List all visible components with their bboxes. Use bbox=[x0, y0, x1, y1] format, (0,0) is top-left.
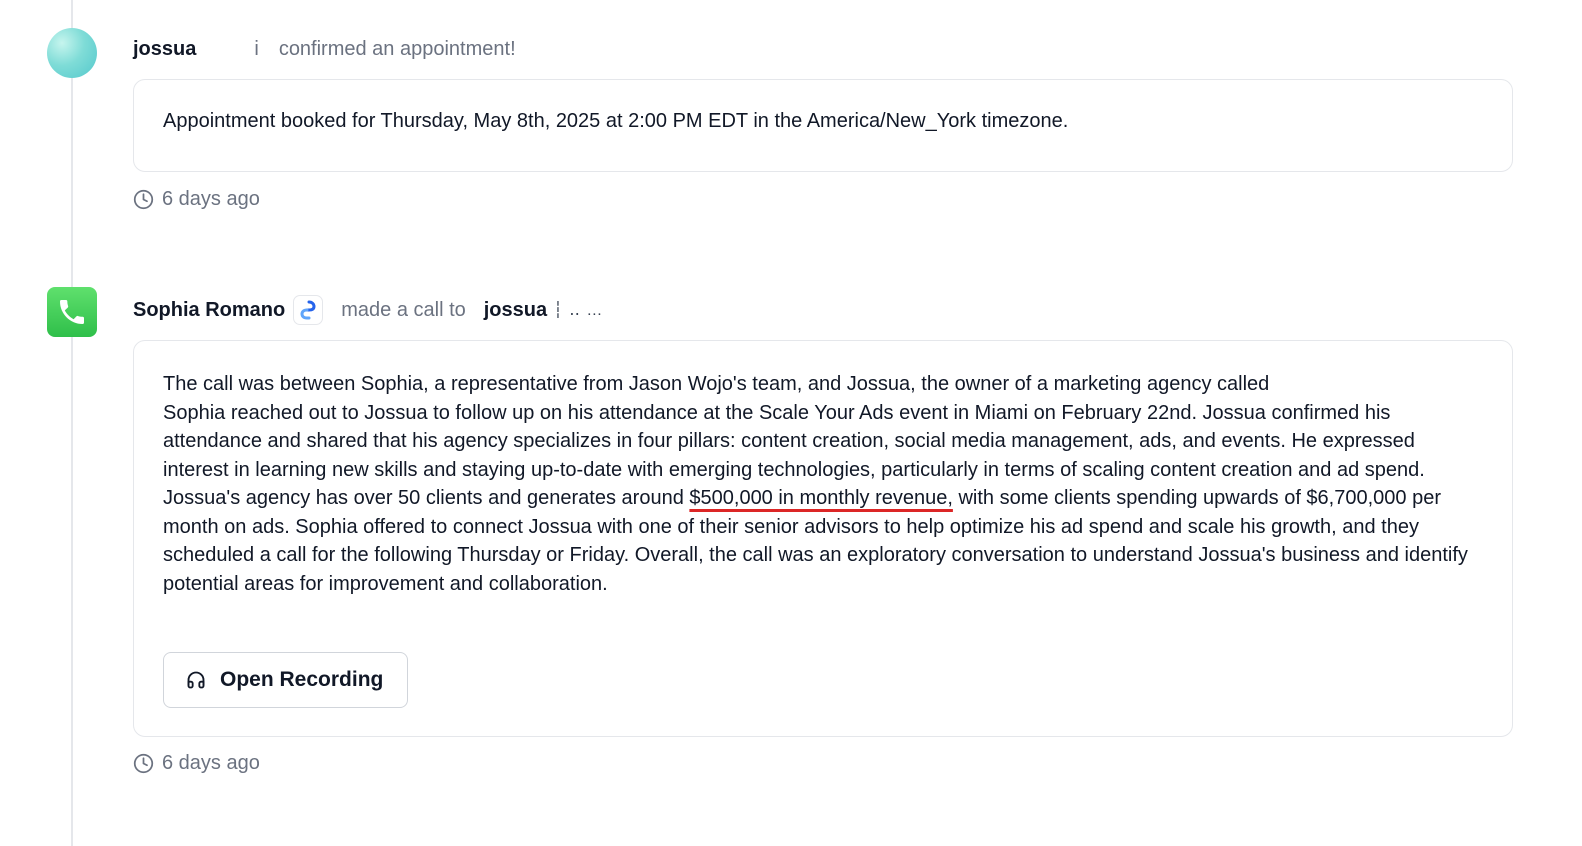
call-summary-card: The call was between Sophia, a represent… bbox=[133, 340, 1513, 737]
clock-icon bbox=[133, 753, 154, 774]
activity-header: Sophia Romano made a call to jossua ┆ ‥ … bbox=[133, 295, 603, 325]
redacted-name bbox=[196, 39, 254, 59]
summary-line-1: The call was between Sophia, a represent… bbox=[163, 373, 1270, 395]
open-recording-label: Open Recording bbox=[220, 668, 384, 691]
actor-name[interactable]: jossua bbox=[133, 38, 196, 61]
clock-icon bbox=[133, 189, 154, 210]
call-target-name[interactable]: jossua bbox=[484, 299, 547, 322]
agent-logo-icon bbox=[293, 295, 324, 325]
activity-action: confirmed an appointment! bbox=[278, 37, 516, 60]
agent-name[interactable]: Sophia Romano bbox=[133, 299, 285, 322]
phone-icon bbox=[60, 300, 84, 324]
open-recording-button[interactable]: Open Recording bbox=[163, 652, 408, 708]
contact-avatar bbox=[47, 28, 97, 78]
summary-highlight: $500,000 in monthly revenue, bbox=[689, 487, 953, 509]
activity-timestamp: 6 days ago bbox=[133, 752, 260, 775]
timeline-line bbox=[71, 0, 73, 846]
activity-action: made a call to bbox=[341, 298, 466, 321]
appointment-details: Appointment booked for Thursday, May 8th… bbox=[163, 110, 1069, 132]
timestamp-text: 6 days ago bbox=[162, 188, 260, 210]
headphones-icon bbox=[187, 671, 205, 689]
activity-header: jossua i confirmed an appointment! bbox=[133, 34, 516, 64]
appointment-card: Appointment booked for Thursday, May 8th… bbox=[133, 79, 1513, 172]
call-target-suffix: ┆ ‥ … bbox=[553, 302, 604, 319]
call-summary: The call was between Sophia, a represent… bbox=[163, 370, 1483, 598]
activity-timestamp: 6 days ago bbox=[133, 188, 260, 211]
actor-suffix: i bbox=[254, 37, 259, 60]
call-avatar bbox=[47, 287, 97, 337]
timestamp-text: 6 days ago bbox=[162, 752, 260, 774]
